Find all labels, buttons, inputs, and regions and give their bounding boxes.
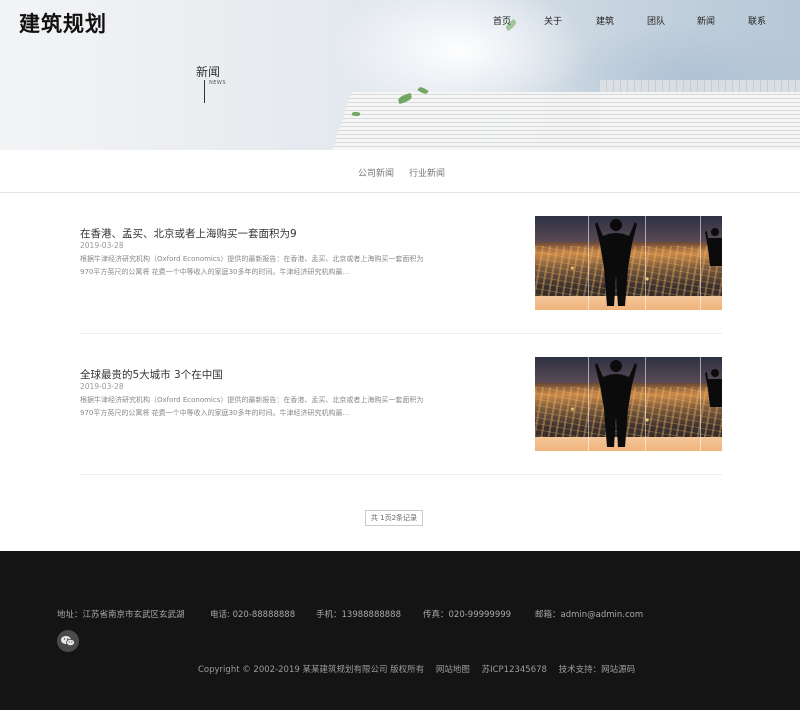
window-frame	[700, 357, 701, 451]
copyright-bar: Copyright © 2002-2019 某某建筑规划有限公司 版权所有 网站…	[198, 663, 644, 675]
site-logo[interactable]: 建筑规划	[19, 8, 107, 38]
window-frame	[588, 357, 589, 451]
footer-phone: 电话: 020-88888888	[210, 610, 296, 620]
footer: 地址：江苏省南京市玄武区玄武湖 电话: 020-88888888 手机：1398…	[0, 551, 800, 710]
silhouette-icon	[595, 219, 637, 306]
sitemap-link[interactable]: 网站地图	[436, 665, 470, 675]
title-divider	[204, 80, 205, 103]
silhouette-icon	[705, 369, 722, 407]
category-tabs: 公司新闻 行业新闻	[0, 150, 800, 193]
news-summary: 根据牛津经济研究机构（Oxford Economics）提供的最新报告：在香港、…	[80, 255, 424, 276]
silhouette-icon	[595, 360, 637, 447]
window-frame	[645, 216, 646, 310]
nav-item-contact[interactable]: 联系	[748, 14, 766, 27]
nav-item-home[interactable]: 首页	[493, 14, 511, 27]
news-title[interactable]: 全球最贵的5大城市 3个在中国	[80, 367, 223, 382]
page-subtitle: NEWS	[209, 80, 227, 86]
wechat-icon	[61, 636, 75, 647]
window-frame	[645, 357, 646, 451]
hero-banner: 建筑规划 首页 关于 建筑 团队 新闻 联系 新闻 NEWS	[0, 0, 800, 150]
window-frame	[700, 216, 701, 310]
nav-item-news[interactable]: 新闻	[697, 14, 715, 27]
icp-link[interactable]: 苏ICP12345678	[482, 665, 547, 675]
footer-mobile: 手机：13988888888	[316, 610, 401, 620]
silhouette-icon	[705, 228, 722, 266]
pagination-info[interactable]: 共 1页2条记录	[365, 510, 423, 526]
footer-fax: 传真：020-99999999	[423, 610, 512, 620]
main-nav: 首页 关于 建筑 团队 新闻 联系	[470, 14, 800, 28]
wechat-icon[interactable]	[57, 630, 79, 652]
footer-address: 地址：江苏省南京市玄武区玄武湖	[57, 610, 185, 620]
page-title: 新闻	[196, 65, 221, 79]
news-date: 2019-03-28	[80, 382, 124, 391]
news-thumbnail[interactable]	[535, 357, 722, 451]
tech-support-link[interactable]: 技术支持：网站源码	[559, 665, 636, 675]
footer-email: 邮箱：admin@admin.com	[535, 610, 644, 620]
copyright-text: Copyright © 2002-2019 某某建筑规划有限公司 版权所有	[198, 665, 425, 675]
window-frame	[588, 216, 589, 310]
nav-item-team[interactable]: 团队	[647, 14, 665, 27]
news-title[interactable]: 在香港、孟买、北京或者上海购买一套面积为9	[80, 226, 297, 241]
nav-item-architecture[interactable]: 建筑	[596, 14, 614, 27]
tab-company-news[interactable]: 公司新闻	[358, 166, 394, 179]
news-item[interactable]: 全球最贵的5大城市 3个在中国 2019-03-28 根据牛津经济研究机构（Ox…	[80, 357, 722, 475]
news-item[interactable]: 在香港、孟买、北京或者上海购买一套面积为9 2019-03-28 根据牛津经济研…	[80, 216, 722, 334]
nav-item-about[interactable]: 关于	[544, 14, 562, 27]
news-thumbnail[interactable]	[535, 216, 722, 310]
tab-industry-news[interactable]: 行业新闻	[409, 166, 445, 179]
news-summary: 根据牛津经济研究机构（Oxford Economics）提供的最新报告：在香港、…	[80, 396, 424, 417]
news-date: 2019-03-28	[80, 241, 124, 250]
